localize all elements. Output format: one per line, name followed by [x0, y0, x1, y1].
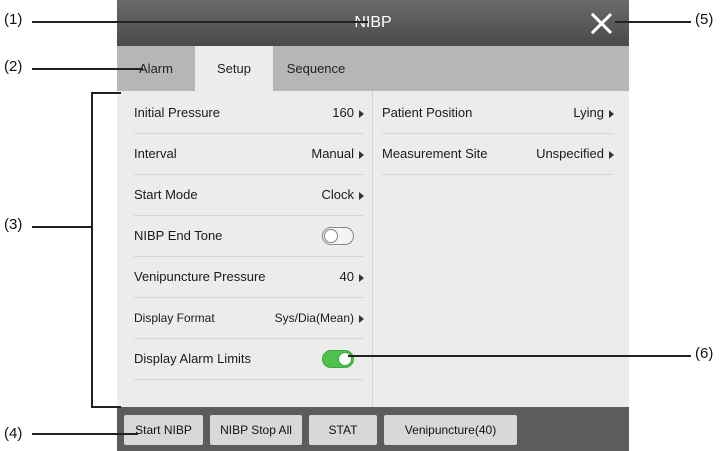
chevron-right-icon [359, 151, 364, 159]
interval-label: Interval [134, 146, 177, 161]
row-venipuncture-pressure[interactable]: Venipuncture Pressure 40 [134, 257, 364, 298]
setup-panel: Initial Pressure 160 Interval Manual Sta… [117, 91, 629, 407]
callout-line-4 [32, 433, 138, 435]
row-measurement-site[interactable]: Measurement Site Unspecified [382, 134, 614, 175]
callout-line-3 [32, 226, 91, 228]
toggle-knob [324, 229, 338, 243]
chevron-right-icon [609, 110, 614, 118]
title-bar: NIBP [117, 0, 629, 46]
patient-position-value: Lying [573, 105, 604, 120]
start-nibp-button[interactable]: Start NIBP [124, 415, 203, 445]
callout-4: (4) [4, 425, 23, 442]
measurement-site-value: Unspecified [536, 146, 604, 161]
column-divider [372, 91, 373, 407]
nibp-end-tone-toggle[interactable] [322, 227, 354, 245]
tab-bar: Alarm Setup Sequence [117, 46, 629, 91]
callout-line-1 [32, 21, 368, 23]
nibp-stop-all-button[interactable]: NIBP Stop All [210, 415, 302, 445]
callout-5: (5) [695, 11, 714, 28]
venipuncture-pressure-value: 40 [339, 269, 354, 284]
initial-pressure-value: 160 [332, 105, 354, 120]
nibp-end-tone-label: NIBP End Tone [134, 228, 223, 243]
row-start-mode[interactable]: Start Mode Clock [134, 175, 364, 216]
nibp-dialog: NIBP Alarm Setup Sequence Initial Pressu… [117, 0, 629, 451]
callout-3: (3) [4, 216, 23, 233]
callout-2: (2) [4, 58, 23, 75]
chevron-right-icon [609, 151, 614, 159]
venipuncture-button[interactable]: Venipuncture(40) [384, 415, 517, 445]
row-patient-position[interactable]: Patient Position Lying [382, 93, 614, 134]
row-nibp-end-tone: NIBP End Tone [134, 216, 364, 257]
stat-button[interactable]: STAT [309, 415, 377, 445]
close-icon[interactable] [587, 9, 615, 37]
patient-position-label: Patient Position [382, 105, 473, 120]
bottom-button-bar: Start NIBP NIBP Stop All STAT Venipunctu… [117, 407, 629, 451]
chevron-right-icon [359, 315, 364, 323]
callout-line-6 [348, 355, 691, 357]
callout-line-5 [615, 21, 691, 23]
row-display-alarm-limits: Display Alarm Limits [134, 339, 364, 380]
row-interval[interactable]: Interval Manual [134, 134, 364, 175]
dialog-title: NIBP [354, 14, 392, 31]
callout-bracket-3 [91, 92, 121, 408]
callout-6: (6) [695, 345, 714, 362]
display-alarm-limits-label: Display Alarm Limits [134, 351, 252, 366]
chevron-right-icon [359, 274, 364, 282]
start-mode-label: Start Mode [134, 187, 198, 202]
row-display-format[interactable]: Display Format Sys/Dia(Mean) [134, 298, 364, 339]
start-mode-value: Clock [321, 187, 354, 202]
measurement-site-label: Measurement Site [382, 146, 488, 161]
tab-setup[interactable]: Setup [195, 46, 273, 91]
interval-value: Manual [311, 146, 354, 161]
tab-sequence[interactable]: Sequence [273, 46, 359, 91]
display-format-value: Sys/Dia(Mean) [274, 311, 354, 325]
chevron-right-icon [359, 192, 364, 200]
row-initial-pressure[interactable]: Initial Pressure 160 [134, 93, 364, 134]
display-format-label: Display Format [134, 311, 215, 325]
callout-1: (1) [4, 11, 23, 28]
chevron-right-icon [359, 110, 364, 118]
venipuncture-pressure-label: Venipuncture Pressure [134, 269, 266, 284]
display-alarm-limits-toggle[interactable] [322, 350, 354, 368]
callout-line-2 [32, 68, 143, 70]
initial-pressure-label: Initial Pressure [134, 105, 220, 120]
